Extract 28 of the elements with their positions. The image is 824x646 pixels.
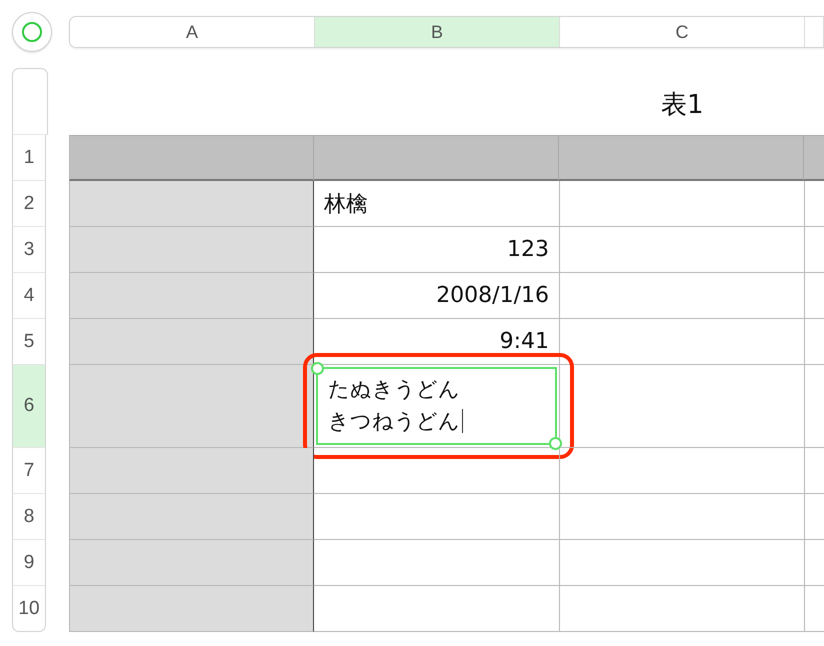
table-cell: 123 [314, 227, 560, 273]
column-header[interactable] [805, 17, 824, 47]
row-header[interactable]: 4 [12, 273, 46, 319]
column-header[interactable]: A [70, 17, 315, 47]
table-cell: 2008/1/16 [314, 273, 560, 319]
row-header[interactable]: 10 [12, 586, 46, 632]
column-header[interactable]: B [315, 17, 560, 47]
column-header[interactable]: C [560, 17, 805, 47]
cell-text-line: きつねうどん [328, 408, 460, 435]
row-header[interactable]: 2 [12, 181, 46, 227]
row-header[interactable]: 5 [12, 319, 46, 365]
selection-handle[interactable] [311, 362, 324, 375]
table-cell: 林檎 [314, 181, 560, 227]
row-header[interactable]: 1 [12, 135, 46, 181]
row-header [12, 68, 48, 135]
cell-editor[interactable]: たぬきうどん きつねうどん [316, 367, 557, 445]
row-header[interactable]: 3 [12, 227, 46, 273]
table-cell: 9:41 [314, 319, 560, 365]
table-title: 表1 [661, 89, 704, 122]
cell-text-line: たぬきうどん [328, 376, 460, 403]
select-all-button[interactable] [12, 12, 52, 52]
selection-handle[interactable] [549, 437, 562, 450]
circle-icon [21, 21, 43, 43]
row-header[interactable]: 6 [12, 365, 46, 448]
row-header[interactable]: 8 [12, 494, 46, 540]
row-header[interactable]: 9 [12, 540, 46, 586]
table-cell [804, 135, 824, 181]
row-header[interactable]: 7 [12, 448, 46, 494]
